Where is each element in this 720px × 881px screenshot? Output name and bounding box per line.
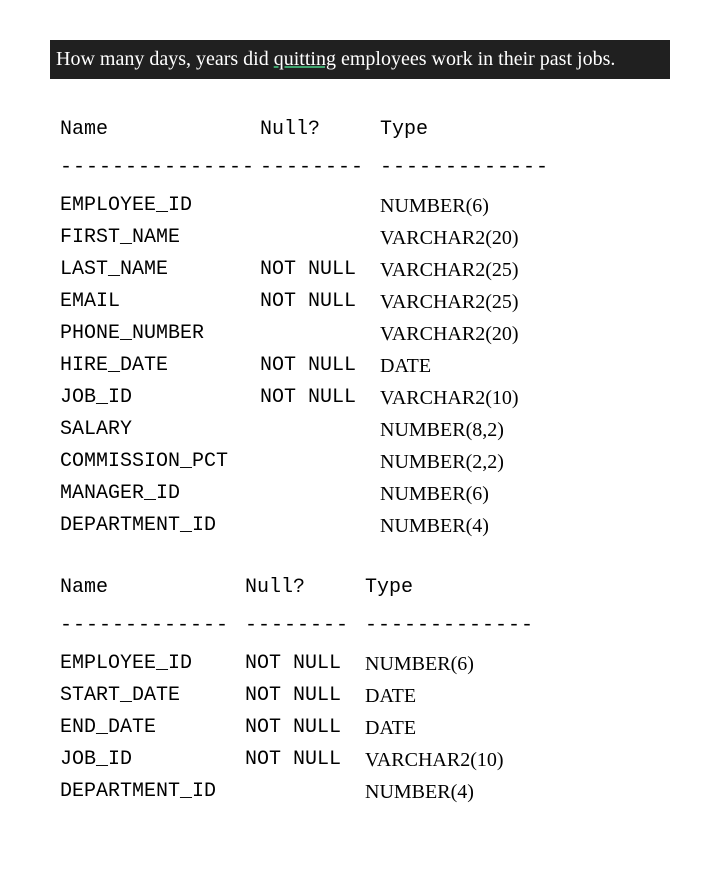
column-type: DATE <box>365 712 670 744</box>
schema-row: START_DATENOT NULLDATE <box>60 680 670 712</box>
column-type: NUMBER(4) <box>365 776 670 808</box>
schema-dashes-2: ------------- -------- ------------- <box>60 610 670 642</box>
schema-row: COMMISSION_PCT NUMBER(2,2) <box>60 446 670 478</box>
schema-header-2: Name Null? Type <box>60 572 670 604</box>
schema-row: JOB_IDNOT NULLVARCHAR2(10) <box>60 744 670 776</box>
column-null <box>260 190 380 222</box>
column-type: NUMBER(6) <box>365 648 670 680</box>
column-name: JOB_ID <box>60 744 245 776</box>
question-header: How many days, years did quitting employ… <box>50 40 670 79</box>
schema-row: EMPLOYEE_IDNOT NULLNUMBER(6) <box>60 648 670 680</box>
column-name: EMPLOYEE_ID <box>60 648 245 680</box>
column-name: START_DATE <box>60 680 245 712</box>
schema-row: SALARY NUMBER(8,2) <box>60 414 670 446</box>
column-null <box>260 414 380 446</box>
schema-row: LAST_NAMENOT NULLVARCHAR2(25) <box>60 254 670 286</box>
column-type: DATE <box>380 350 670 382</box>
column-name: DEPARTMENT_ID <box>60 776 245 808</box>
column-type: NUMBER(6) <box>380 190 670 222</box>
dash-name: ------------- <box>60 610 245 642</box>
column-null <box>260 510 380 542</box>
schema-row: FIRST_NAME VARCHAR2(20) <box>60 222 670 254</box>
column-type: NUMBER(8,2) <box>380 414 670 446</box>
dash-name: --------------- <box>60 152 260 184</box>
column-type: VARCHAR2(25) <box>380 286 670 318</box>
dash-type: ------------- <box>365 610 670 642</box>
column-null <box>260 478 380 510</box>
column-null: NOT NULL <box>245 744 365 776</box>
schema-rows-2: EMPLOYEE_IDNOT NULLNUMBER(6)START_DATENO… <box>60 648 670 808</box>
schema-row: EMPLOYEE_ID NUMBER(6) <box>60 190 670 222</box>
col-header-type: Type <box>380 114 670 146</box>
column-name: COMMISSION_PCT <box>60 446 260 478</box>
schema-row: END_DATENOT NULLDATE <box>60 712 670 744</box>
column-type: VARCHAR2(20) <box>380 222 670 254</box>
column-null: NOT NULL <box>245 680 365 712</box>
column-type: VARCHAR2(20) <box>380 318 670 350</box>
column-null <box>260 222 380 254</box>
column-type: VARCHAR2(10) <box>380 382 670 414</box>
schema-row: JOB_IDNOT NULLVARCHAR2(10) <box>60 382 670 414</box>
column-name: FIRST_NAME <box>60 222 260 254</box>
column-name: JOB_ID <box>60 382 260 414</box>
schema-row: MANAGER_ID NUMBER(6) <box>60 478 670 510</box>
column-name: EMPLOYEE_ID <box>60 190 260 222</box>
column-null: NOT NULL <box>245 648 365 680</box>
column-type: VARCHAR2(25) <box>380 254 670 286</box>
question-post: employees work in their past jobs. <box>336 48 615 70</box>
dash-null: -------- <box>260 152 380 184</box>
column-name: LAST_NAME <box>60 254 260 286</box>
column-name: EMAIL <box>60 286 260 318</box>
column-type: NUMBER(6) <box>380 478 670 510</box>
column-name: MANAGER_ID <box>60 478 260 510</box>
col-header-null: Null? <box>260 114 380 146</box>
column-type: NUMBER(2,2) <box>380 446 670 478</box>
schema-block-2: Name Null? Type ------------- -------- -… <box>60 572 670 808</box>
column-name: SALARY <box>60 414 260 446</box>
column-null: NOT NULL <box>260 286 380 318</box>
dash-null: -------- <box>245 610 365 642</box>
column-null: NOT NULL <box>260 382 380 414</box>
column-name: DEPARTMENT_ID <box>60 510 260 542</box>
column-null <box>260 446 380 478</box>
column-null: NOT NULL <box>260 350 380 382</box>
column-type: NUMBER(4) <box>380 510 670 542</box>
schema-row: PHONE_NUMBER VARCHAR2(20) <box>60 318 670 350</box>
column-name: END_DATE <box>60 712 245 744</box>
schema-row: DEPARTMENT_ID NUMBER(4) <box>60 510 670 542</box>
col-header-null: Null? <box>245 572 365 604</box>
col-header-type: Type <box>365 572 670 604</box>
schema-dashes-1: --------------- -------- ------------- <box>60 152 670 184</box>
col-header-name: Name <box>60 114 260 146</box>
column-type: DATE <box>365 680 670 712</box>
schema-rows-1: EMPLOYEE_ID NUMBER(6) FIRST_NAME VARCHAR2(2… <box>60 190 670 542</box>
column-null <box>245 776 365 808</box>
col-header-name: Name <box>60 572 245 604</box>
dash-type: ------------- <box>380 152 670 184</box>
column-null <box>260 318 380 350</box>
schema-row: DEPARTMENT_ID NUMBER(4) <box>60 776 670 808</box>
schema-row: HIRE_DATENOT NULLDATE <box>60 350 670 382</box>
column-null: NOT NULL <box>245 712 365 744</box>
document-container: How many days, years did quitting employ… <box>0 0 720 878</box>
question-pre: How many days, years did <box>56 48 274 70</box>
column-name: HIRE_DATE <box>60 350 260 382</box>
column-type: VARCHAR2(10) <box>365 744 670 776</box>
column-name: PHONE_NUMBER <box>60 318 260 350</box>
column-null: NOT NULL <box>260 254 380 286</box>
question-underlined: quitting <box>274 48 336 70</box>
schema-header-1: Name Null? Type <box>60 114 670 146</box>
schema-row: EMAILNOT NULLVARCHAR2(25) <box>60 286 670 318</box>
schema-block-1: Name Null? Type --------------- --------… <box>60 114 670 542</box>
